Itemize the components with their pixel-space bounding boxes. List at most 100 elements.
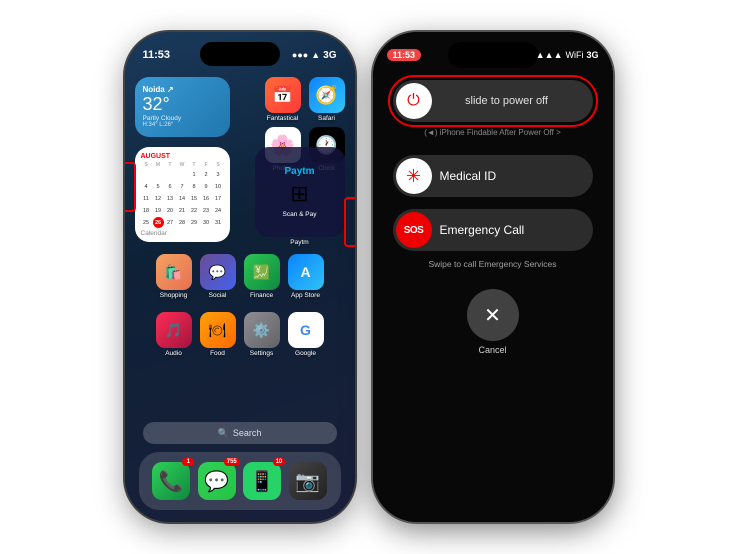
finance-label: Finance	[250, 292, 273, 299]
finance-icon: 💹	[244, 254, 280, 290]
camera-icon: 📷	[295, 469, 320, 494]
weather-temp: 32°	[143, 94, 222, 115]
search-icon: 🔍	[218, 428, 229, 439]
phone2: 11:53 ▲▲▲ WiFi 3G ⏻ slide to power off	[373, 32, 613, 522]
whatsapp-icon: 📱	[250, 469, 275, 494]
medical-id-label: Medical ID	[440, 169, 497, 183]
apps-top-right: 📅 Fantastical 🧭 Safari	[265, 77, 345, 122]
messages-badge: 755	[224, 458, 240, 466]
sos-icon: SOS	[396, 212, 432, 248]
scan-pay-label: Scan & Pay	[283, 211, 317, 218]
food-icon: 🍽	[200, 312, 236, 348]
weather-city: Noida ↗	[143, 85, 222, 94]
fantastical-app[interactable]: 📅 Fantastical	[265, 77, 301, 122]
phone1: 11:53 ●●●▲3G Noida ↗ 32° Partly Cloudy H…	[125, 32, 355, 522]
phone-badge: 1	[182, 458, 194, 466]
phone2-screen: 11:53 ▲▲▲ WiFi 3G ⏻ slide to power off	[373, 32, 613, 522]
food-label: Food	[210, 350, 225, 357]
phone-dock-icon[interactable]: 📞 1	[152, 462, 190, 500]
paytm-logo: Paytm	[284, 166, 314, 177]
swipe-text: Swipe to call Emergency Services	[428, 259, 556, 269]
cancel-button[interactable]: ✕	[467, 289, 519, 341]
weather-desc: Partly Cloudy	[143, 115, 222, 122]
cancel-icon: ✕	[484, 303, 501, 328]
settings-app[interactable]: ⚙️ Settings	[244, 312, 280, 357]
phone-icon: 📞	[159, 469, 184, 494]
appstore-icon: A	[288, 254, 324, 290]
food-app[interactable]: 🍽 Food	[200, 312, 236, 357]
status-bar-2: 11:53 ▲▲▲ WiFi 3G	[373, 32, 613, 70]
settings-label: Settings	[250, 350, 274, 357]
phone1-screen: 11:53 ●●●▲3G Noida ↗ 32° Partly Cloudy H…	[125, 32, 355, 522]
messages-dock-icon[interactable]: 💬 755	[198, 462, 236, 500]
google-label: Google	[295, 350, 316, 357]
power-off-slider[interactable]: ⏻ slide to power off	[393, 80, 593, 122]
audio-icon: 🎵	[156, 312, 192, 348]
audio-label: Audio	[165, 350, 182, 357]
paytm-label: Paytm	[290, 239, 308, 246]
status-icons-2: ▲▲▲ WiFi 3G	[536, 50, 599, 60]
safari-label: Safari	[318, 115, 335, 122]
google-icon: G	[288, 312, 324, 348]
status-bar: 11:53 ●●●▲3G	[125, 32, 355, 70]
status-icons: ●●●▲3G	[292, 50, 337, 61]
calendar-today: 26	[153, 217, 164, 228]
apps-row4: 🎵 Audio 🍽 Food ⚙️ Settings G Google	[135, 312, 345, 357]
social-app[interactable]: 💬 Social	[200, 254, 236, 299]
cal-day-t1: T	[165, 162, 176, 168]
cal-day-t2: T	[189, 162, 200, 168]
camera-dock-icon[interactable]: 📷	[289, 462, 327, 500]
slider-thumb: ⏻	[396, 83, 432, 119]
calendar-widget[interactable]: AUGUST S M T W T F S 1 2	[135, 147, 230, 242]
calendar-month: AUGUST	[141, 153, 224, 160]
scan-pay-widget[interactable]: Paytm ⊞ Scan & Pay Paytm	[255, 147, 345, 246]
qr-icon: ⊞	[290, 181, 308, 207]
findable-text: (◄) iPhone Findable After Power Off >	[424, 128, 561, 137]
shopping-app[interactable]: 🛍️ Shopping	[156, 254, 192, 299]
shopping-icon: 🛍️	[156, 254, 192, 290]
audio-app[interactable]: 🎵 Audio	[156, 312, 192, 357]
dock: 📞 1 💬 755 📱 10 📷	[139, 452, 341, 510]
medical-cross-icon: ✳	[406, 166, 421, 187]
appstore-app[interactable]: A App Store	[288, 254, 324, 299]
scan-pay-box[interactable]: Paytm ⊞ Scan & Pay	[255, 147, 345, 237]
main-container: 11:53 ●●●▲3G Noida ↗ 32° Partly Cloudy H…	[0, 0, 737, 554]
google-app[interactable]: G Google	[288, 312, 324, 357]
safari-icon: 🧭	[309, 77, 345, 113]
cal-day-w: W	[177, 162, 188, 168]
cal-day-m: M	[153, 162, 164, 168]
appstore-label: App Store	[291, 292, 320, 299]
power-icon: ⏻	[407, 92, 420, 110]
apps-row3: 🛍️ Shopping 💬 Social 💹 Finance A App Sto…	[135, 254, 345, 299]
medical-id-button[interactable]: ✳ Medical ID	[393, 155, 593, 197]
search-bar[interactable]: 🔍 Search	[143, 422, 337, 444]
status-time: 11:53	[143, 49, 171, 61]
weather-widget[interactable]: Noida ↗ 32° Partly Cloudy H:34° L:26°	[135, 77, 230, 137]
fantastical-label: Fantastical	[267, 115, 298, 122]
cancel-label: Cancel	[478, 345, 506, 355]
slider-container: ⏻ slide to power off	[393, 80, 593, 122]
calendar-grid: 1 2 3 4 5 6 7 8 9 10 11 12 13 14 15 16 1	[141, 169, 224, 228]
status-time-2: 11:53	[387, 49, 422, 61]
shopping-label: Shopping	[160, 292, 187, 299]
cal-day-s2: S	[213, 162, 224, 168]
slider-text: slide to power off	[432, 95, 590, 107]
messages-icon: 💬	[204, 469, 229, 494]
emergency-call-button[interactable]: SOS Emergency Call	[393, 209, 593, 251]
calendar-days-header: S M T W T F S	[141, 162, 224, 168]
social-icon: 💬	[200, 254, 236, 290]
settings-icon: ⚙️	[244, 312, 280, 348]
finance-app[interactable]: 💹 Finance	[244, 254, 280, 299]
whatsapp-dock-icon[interactable]: 📱 10	[243, 462, 281, 500]
fantastical-icon: 📅	[265, 77, 301, 113]
cal-day-f: F	[201, 162, 212, 168]
medical-icon: ✳	[396, 158, 432, 194]
safari-app[interactable]: 🧭 Safari	[309, 77, 345, 122]
calendar-label: Calendar	[141, 230, 224, 237]
whatsapp-badge: 10	[273, 458, 286, 466]
poweroff-screen: ⏻ slide to power off (◄) iPhone Findable…	[373, 32, 613, 522]
emergency-call-label: Emergency Call	[440, 223, 525, 237]
search-label: Search	[233, 428, 262, 438]
social-label: Social	[209, 292, 227, 299]
cal-day-s1: S	[141, 162, 152, 168]
